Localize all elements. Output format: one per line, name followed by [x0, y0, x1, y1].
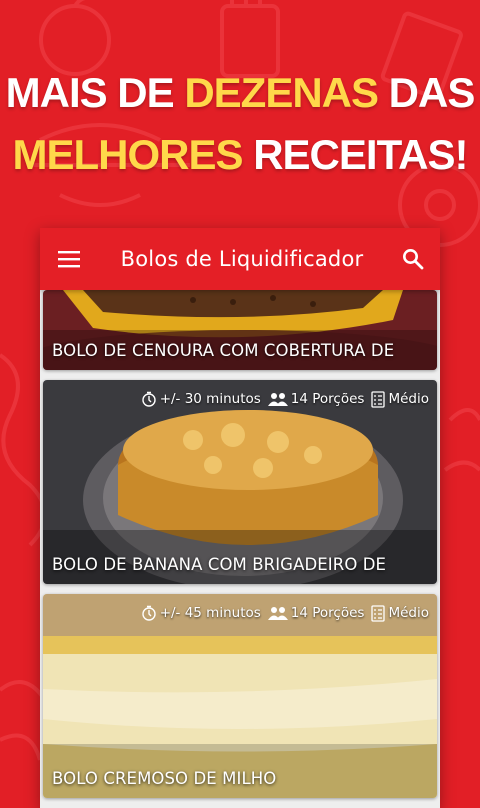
timer-icon	[141, 605, 156, 621]
promo-highlight: MELHORES	[12, 131, 244, 178]
recipe-servings: 14 Porções	[290, 391, 365, 407]
promo-text: MAIS DE	[5, 69, 185, 116]
recipe-difficulty: Médio	[388, 391, 429, 407]
recipe-servings: 14 Porções	[290, 605, 365, 621]
app-screen: Bolos de Liquidificador BOLO DE CENOURA …	[40, 228, 440, 808]
recipe-time: +/- 45 minutos	[159, 605, 261, 621]
recipe-card[interactable]: BOLO DE CENOURA COM COBERTURA DE	[43, 290, 437, 370]
recipe-difficulty: Médio	[388, 605, 429, 621]
recipe-title: BOLO DE BANANA COM BRIGADEIRO DE	[52, 555, 387, 574]
timer-icon	[141, 391, 156, 407]
promo-line-2: MELHORES RECEITAS!	[0, 124, 480, 186]
recipe-time: +/- 30 minutos	[159, 391, 261, 407]
promo-text: RECEITAS!	[242, 131, 468, 178]
search-button[interactable]	[386, 228, 440, 290]
checklist-icon	[371, 605, 386, 622]
menu-button[interactable]	[40, 228, 98, 290]
recipe-title: BOLO CREMOSO DE MILHO	[52, 769, 277, 788]
app-bar: Bolos de Liquidificador	[40, 228, 440, 290]
promo-line-1: MAIS DE DEZENAS DAS	[0, 62, 480, 124]
menu-icon	[58, 251, 80, 268]
people-icon	[267, 393, 288, 406]
recipe-photo	[43, 594, 437, 798]
promo-highlight: DEZENAS	[184, 69, 379, 116]
people-icon	[267, 607, 288, 620]
search-icon	[403, 249, 424, 270]
recipe-card[interactable]: +/- 45 minutos 14 Porções Médio BOLO CRE…	[43, 594, 437, 798]
recipe-photo	[43, 380, 437, 584]
promo-text: DAS	[378, 69, 476, 116]
recipe-meta: +/- 45 minutos 14 Porções Médio	[141, 604, 429, 622]
checklist-icon	[371, 391, 386, 408]
recipe-meta: +/- 30 minutos 14 Porções Médio	[141, 390, 429, 408]
app-bar-title: Bolos de Liquidificador	[120, 247, 364, 271]
recipe-card[interactable]: +/- 30 minutos 14 Porções Médio BOLO DE …	[43, 380, 437, 584]
recipe-title: BOLO DE CENOURA COM COBERTURA DE	[52, 341, 395, 360]
promo-headline: MAIS DE DEZENAS DAS MELHORES RECEITAS!	[0, 62, 480, 186]
